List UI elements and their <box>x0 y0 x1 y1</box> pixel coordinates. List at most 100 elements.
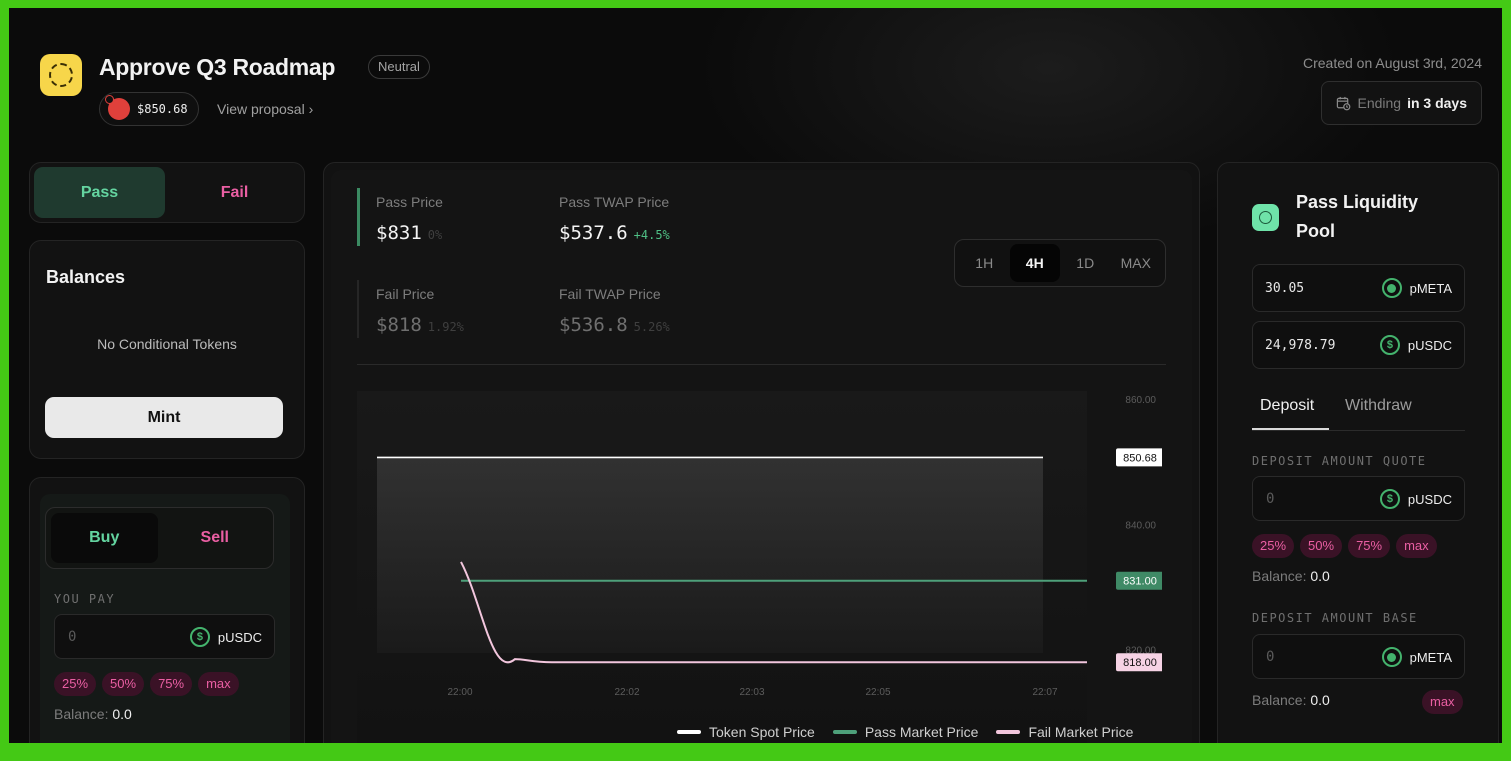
created-date: Created on August 3rd, 2024 <box>1302 55 1482 71</box>
pass-indicator-bar <box>357 188 360 246</box>
token-price-chip[interactable]: $850.68 <box>99 92 199 126</box>
legend-pass-swatch <box>832 730 857 734</box>
pass-price: $831 0% <box>376 222 442 244</box>
fail-tab[interactable]: Fail <box>169 167 300 218</box>
timeframe-4h[interactable]: 4H <box>1009 244 1060 282</box>
liquidity-meta-token: pMETA <box>1409 280 1452 296</box>
base-max-button[interactable]: max <box>1422 690 1463 714</box>
legend-spot-label: Token Spot Price <box>709 724 815 740</box>
fail-twap-change: 5.26% <box>633 320 670 334</box>
pass-twap-value: $537.6 <box>559 222 628 244</box>
deposit-tab-underline <box>1252 428 1329 430</box>
usdc-icon: $ <box>1379 335 1400 355</box>
you-pay-label: YOU PAY <box>54 592 116 606</box>
legend-fail-label: Fail Market Price <box>1028 724 1134 740</box>
quote-pct-50-button[interactable]: 50% <box>1300 534 1343 558</box>
pass-tab[interactable]: Pass <box>34 167 165 218</box>
legend-pass: Pass Market Price <box>832 724 979 740</box>
base-token-name: pMETA <box>1409 649 1452 665</box>
deposit-withdraw-tabs: Deposit Withdraw <box>1252 391 1465 431</box>
fail-price-value: $818 <box>376 314 422 336</box>
sell-tab[interactable]: Sell <box>162 513 269 563</box>
ending-badge: Ending in 3 days <box>1321 81 1482 125</box>
pay-amount-value: 0 <box>68 629 77 645</box>
meta-icon <box>1381 278 1402 298</box>
quote-pct-25-button[interactable]: 25% <box>1252 534 1295 558</box>
quote-balance: Balance: 0.0 <box>1252 568 1330 584</box>
base-balance-label: Balance: <box>1252 692 1307 708</box>
pay-balance-label: Balance: <box>54 706 109 722</box>
buy-sell-toggle: Buy Sell <box>45 507 274 569</box>
quote-pct-75-button[interactable]: 75% <box>1348 534 1391 558</box>
dashed-circle-icon <box>49 63 73 87</box>
calendar-clock-icon <box>1337 96 1351 110</box>
timeframe-selector: 1H 4H 1D MAX <box>954 239 1166 287</box>
liquidity-usdc-token: pUSDC <box>1407 337 1452 353</box>
fail-twap: $536.8 5.26% <box>559 314 670 336</box>
liquidity-row-usdc: 24,978.79 $ pUSDC <box>1252 321 1465 369</box>
spot-price-area <box>377 457 1043 653</box>
pay-percent-row: 25% 50% 75% max <box>54 672 239 696</box>
pay-balance-value: 0.0 <box>112 706 132 722</box>
no-tokens-text: No Conditional Tokens <box>97 336 237 352</box>
timeframe-1h[interactable]: 1H <box>959 244 1010 282</box>
proposal-title: Approve Q3 Roadmap <box>99 54 336 80</box>
timeframe-1d[interactable]: 1D <box>1060 244 1111 282</box>
liquidity-row-meta: 30.05 pMETA <box>1252 264 1465 312</box>
buy-tab[interactable]: Buy <box>51 513 158 563</box>
y-tick-label: 840.00 <box>1125 520 1156 531</box>
quote-pct-max-button[interactable]: max <box>1396 534 1437 558</box>
pay-amount-input[interactable]: 0 $ pUSDC <box>54 614 275 659</box>
pay-token-select[interactable]: $ pUSDC <box>189 627 262 647</box>
quote-token[interactable]: $ pUSDC <box>1379 489 1452 509</box>
quote-balance-label: Balance: <box>1252 568 1307 584</box>
pass-fail-toggle: Pass Fail <box>29 162 305 223</box>
last-value-tag: 831.00 <box>1123 576 1157 588</box>
pass-price-change: 0% <box>427 228 443 242</box>
x-tick-label: 22:05 <box>865 687 890 698</box>
check-circle-icon <box>1252 204 1279 231</box>
quote-amount-input[interactable]: 0 $ pUSDC <box>1252 476 1465 521</box>
mint-button[interactable]: Mint <box>45 397 283 438</box>
fail-price-change: 1.92% <box>427 320 464 334</box>
balances-title: Balances <box>46 267 126 287</box>
deposit-tab[interactable]: Deposit <box>1260 397 1314 415</box>
fail-twap-value: $536.8 <box>559 314 628 336</box>
pct-25-button[interactable]: 25% <box>54 672 97 696</box>
pay-balance: Balance: 0.0 <box>54 706 132 722</box>
fail-indicator-bar <box>357 280 359 338</box>
base-balance: Balance: 0.0 <box>1252 692 1330 708</box>
status-badge: Neutral <box>368 55 430 79</box>
base-amount-value: 0 <box>1266 649 1275 665</box>
proposal-logo <box>40 54 82 96</box>
last-value-tag: 850.68 <box>1123 452 1157 464</box>
pass-twap: $537.6 +4.5% <box>559 222 670 244</box>
pct-max-button[interactable]: max <box>198 672 239 696</box>
x-tick-label: 22:02 <box>614 687 639 698</box>
last-value-tag: 818.00 <box>1123 657 1157 669</box>
view-proposal-link[interactable]: View proposal › <box>217 101 313 117</box>
balances-panel: Balances No Conditional Tokens Mint <box>29 240 305 459</box>
timeframe-max[interactable]: MAX <box>1111 244 1162 282</box>
quote-token-name: pUSDC <box>1407 491 1452 507</box>
usdc-icon: $ <box>1379 489 1400 509</box>
pay-token-name: pUSDC <box>217 629 262 645</box>
base-token[interactable]: pMETA <box>1381 647 1452 667</box>
app-frame: Approve Q3 Roadmap Neutral $850.68 View … <box>9 8 1502 743</box>
pct-75-button[interactable]: 75% <box>150 672 193 696</box>
ending-value: in 3 days <box>1407 95 1467 111</box>
price-chart[interactable]: 860.00840.00820.00850.68831.00818.0022:0… <box>357 391 1162 743</box>
quote-balance-value: 0.0 <box>1310 568 1330 584</box>
liquidity-usdc-amount: 24,978.79 <box>1265 337 1336 353</box>
quote-amount-value: 0 <box>1266 491 1275 507</box>
ending-prefix: Ending <box>1357 95 1402 111</box>
liquidity-meta-amount: 30.05 <box>1265 280 1305 296</box>
withdraw-tab[interactable]: Withdraw <box>1345 397 1412 415</box>
x-tick-label: 22:00 <box>447 687 472 698</box>
base-amount-input[interactable]: 0 pMETA <box>1252 634 1465 679</box>
pass-price-value: $831 <box>376 222 422 244</box>
quote-percent-row: 25% 50% 75% max <box>1252 534 1437 558</box>
pass-price-label: Pass Price <box>376 194 443 210</box>
legend-pass-label: Pass Market Price <box>864 724 979 740</box>
pct-50-button[interactable]: 50% <box>102 672 145 696</box>
